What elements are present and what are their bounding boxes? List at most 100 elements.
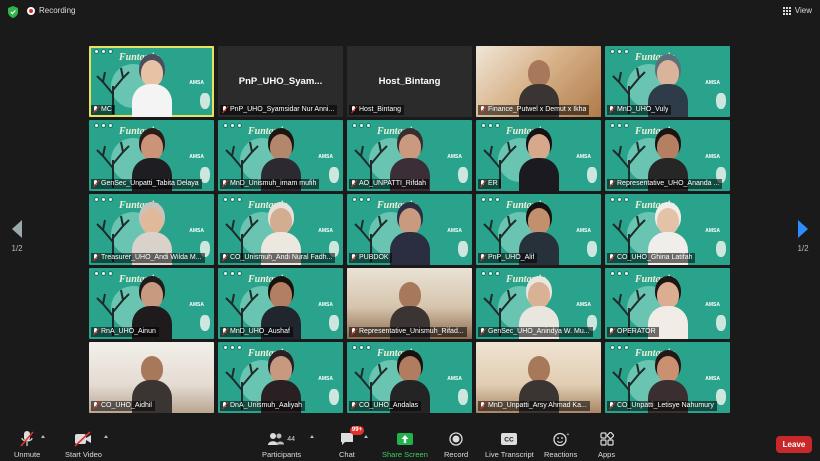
reactions-button[interactable]: + Reactions bbox=[544, 430, 577, 459]
participant-name: CO_Unpatti_Letisye Nahumury bbox=[617, 402, 714, 409]
participant-tile[interactable]: Funtastic AMSA MC bbox=[89, 46, 214, 117]
participant-name: Finance_Putwel x Demut x Ikha bbox=[488, 106, 587, 113]
svg-text:+: + bbox=[566, 432, 569, 438]
participant-tile[interactable]: Funtastic AMSA CO_UHO_Ghina Latifah bbox=[605, 194, 730, 265]
participant-tile[interactable]: CO_UHO_Aidhil bbox=[89, 342, 214, 413]
participant-tile[interactable]: Funtastic AMSA PUBDOK bbox=[347, 194, 472, 265]
participant-figure bbox=[131, 60, 172, 117]
next-page-button[interactable]: 1/2 bbox=[791, 220, 815, 253]
start-video-label: Start Video bbox=[65, 450, 102, 459]
muted-microphone-icon bbox=[609, 180, 615, 188]
previous-page-button[interactable]: 1/2 bbox=[5, 220, 29, 253]
grid-view-icon bbox=[782, 6, 791, 15]
participant-name: MnD_UHO_Aushaf bbox=[230, 328, 290, 335]
record-icon bbox=[449, 432, 463, 446]
background-badge: AMSA bbox=[576, 154, 591, 160]
participant-tile[interactable]: PnP_UHO_Syam... PnP_UHO_Syamsidar Nur Ann… bbox=[218, 46, 343, 117]
leave-button[interactable]: Leave bbox=[776, 436, 812, 453]
participant-name: GenSec_Unpatti_Tabita Delaya bbox=[101, 180, 199, 187]
participant-tile[interactable]: Funtastic AMSA ER bbox=[476, 120, 601, 191]
apps-button[interactable]: Apps bbox=[598, 430, 615, 459]
chat-label: Chat bbox=[339, 450, 355, 459]
muted-microphone-icon bbox=[20, 431, 34, 447]
chat-button[interactable]: 99+ Chat bbox=[339, 426, 365, 459]
participant-name-tag: CO_Unpatti_Letisye Nahumury bbox=[607, 401, 717, 411]
recording-indicator[interactable]: Recording bbox=[27, 6, 75, 15]
background-badge: AMSA bbox=[189, 80, 204, 86]
zoom-meeting-window: Recording View 1/2 1/2 Funtastic AMSA MC Pn… bbox=[0, 0, 820, 461]
muted-microphone-icon bbox=[480, 402, 486, 410]
page-indicator-left: 1/2 bbox=[11, 244, 23, 253]
muted-microphone-icon bbox=[93, 328, 99, 336]
chevron-left-icon bbox=[12, 220, 22, 238]
participant-tile[interactable]: Funtastic AMSA MnD_UHO_Vuly bbox=[605, 46, 730, 117]
participant-name-tag: Representative_UHO_Ananda ... bbox=[607, 179, 723, 189]
participant-tile[interactable]: Funtastic AMSA Representative_UHO_Ananda .… bbox=[605, 120, 730, 191]
share-screen-button[interactable]: Share Screen bbox=[382, 430, 428, 459]
participant-tile[interactable]: Funtastic AMSA GenSec_Unpatti_Tabita Delay… bbox=[89, 120, 214, 191]
participant-figure bbox=[389, 208, 430, 265]
reactions-label: Reactions bbox=[544, 450, 578, 459]
participant-tile[interactable]: Host_Bintang Host_Bintang bbox=[347, 46, 472, 117]
participant-tile[interactable]: Funtastic AMSA CO_UHO_Andalas bbox=[347, 342, 472, 413]
muted-microphone-icon bbox=[222, 328, 228, 336]
participant-tile[interactable]: Funtastic AMSA GenSec_UHO_Anindya W. Mu... bbox=[476, 268, 601, 339]
background-badge: AMSA bbox=[189, 228, 204, 234]
participant-name: PUBDOK bbox=[359, 254, 389, 261]
muted-microphone-icon bbox=[351, 328, 357, 336]
muted-microphone-icon bbox=[222, 254, 228, 262]
muted-microphone-icon bbox=[93, 402, 99, 410]
chat-options-caret[interactable] bbox=[364, 435, 368, 438]
participant-name: PnP_UHO_Syamsidar Nur Anni... bbox=[230, 106, 335, 113]
background-badge: AMSA bbox=[705, 376, 720, 382]
participant-name: MnD_Unismuh_imam mufih bbox=[230, 180, 317, 187]
participant-name: GenSec_UHO_Anindya W. Mu... bbox=[488, 328, 590, 335]
video-options-caret[interactable] bbox=[104, 435, 108, 438]
muted-microphone-icon bbox=[609, 254, 615, 262]
participant-name-tag: DnA_Unismuh_Aaliyah bbox=[220, 401, 305, 411]
participant-tile[interactable]: Funtastic AMSA MnD_UHO_Aushaf bbox=[218, 268, 343, 339]
start-video-button[interactable]: Start Video bbox=[65, 430, 102, 459]
participant-tile[interactable]: Funtastic AMSA RnA_UHO_Ainun bbox=[89, 268, 214, 339]
unmute-button[interactable]: Unmute bbox=[14, 430, 40, 459]
participant-name-tag: CO_UHO_Andalas bbox=[349, 401, 422, 411]
participant-tile[interactable]: Finance_Putwel x Demut x Ikha bbox=[476, 46, 601, 117]
participant-tile[interactable]: Funtastic AMSA MnD_Unismuh_imam mufih bbox=[218, 120, 343, 191]
participant-tile[interactable]: Funtastic AMSA Treasurer_UHO_Andi Wilda M.… bbox=[89, 194, 214, 265]
participant-name: Representative_Unismuh_Rifad... bbox=[359, 328, 464, 335]
participant-name-tag: OPERATOR bbox=[607, 327, 659, 337]
participant-display-name: Host_Bintang bbox=[378, 76, 441, 87]
participant-tile[interactable]: Funtastic AMSA CO_Unpatti_Letisye Nahumury bbox=[605, 342, 730, 413]
background-badge: AMSA bbox=[447, 228, 462, 234]
participant-tile[interactable]: Representative_Unismuh_Rifad... bbox=[347, 268, 472, 339]
muted-microphone-icon bbox=[480, 254, 486, 262]
view-button[interactable]: View bbox=[782, 6, 812, 15]
participant-tile[interactable]: Funtastic AMSA OPERATOR bbox=[605, 268, 730, 339]
participant-name-tag: Finance_Putwel x Demut x Ikha bbox=[478, 105, 590, 115]
participants-button[interactable]: 44 Participants bbox=[262, 430, 301, 459]
participant-tile[interactable]: Funtastic AMSA AO_UNPATTI_Rifdah bbox=[347, 120, 472, 191]
participant-tile[interactable]: Funtastic AMSA CO_Unismuh_Andi Nural Fadh.… bbox=[218, 194, 343, 265]
background-badge: AMSA bbox=[447, 154, 462, 160]
background-badge: AMSA bbox=[318, 154, 333, 160]
participant-tile[interactable]: Funtastic AMSA PnP_UHO_Alif bbox=[476, 194, 601, 265]
audio-options-caret[interactable] bbox=[41, 435, 45, 438]
participant-name-tag: Representative_Unismuh_Rifad... bbox=[349, 327, 467, 337]
security-shield-icon[interactable] bbox=[8, 6, 18, 18]
record-button[interactable]: Record bbox=[444, 430, 468, 459]
muted-microphone-icon bbox=[609, 106, 615, 114]
participant-name: MnD_Unpatti_Arsy Ahmad Ka... bbox=[488, 402, 587, 409]
apps-icon bbox=[599, 432, 614, 446]
participant-name: CO_Unismuh_Andi Nural Fadh... bbox=[230, 254, 333, 261]
participants-count: 44 bbox=[287, 435, 295, 443]
participant-name-tag: AO_UNPATTI_Rifdah bbox=[349, 179, 430, 189]
live-transcript-button[interactable]: CC Live Transcript bbox=[485, 430, 534, 459]
record-label: Record bbox=[444, 450, 469, 459]
participants-options-caret[interactable] bbox=[310, 435, 314, 438]
muted-microphone-icon bbox=[351, 254, 357, 262]
participant-name: ER bbox=[488, 180, 498, 187]
participant-figure bbox=[518, 134, 559, 191]
participant-tile[interactable]: MnD_Unpatti_Arsy Ahmad Ka... bbox=[476, 342, 601, 413]
meeting-toolbar: Unmute Start Video 44 Participants 99+ C… bbox=[0, 426, 820, 461]
participant-tile[interactable]: Funtastic AMSA DnA_Unismuh_Aaliyah bbox=[218, 342, 343, 413]
